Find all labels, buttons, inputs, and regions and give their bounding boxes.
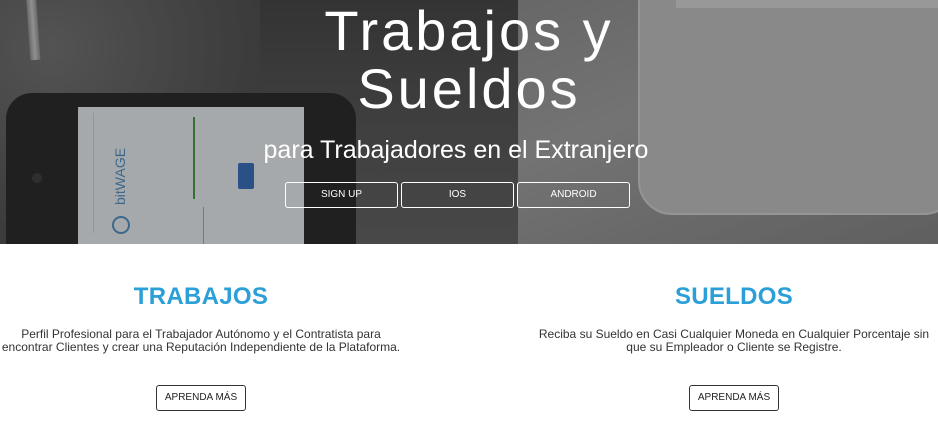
hero-button-group: SIGN UP IOS ANDROID	[285, 182, 630, 208]
hero-title-line2: Sueldos	[357, 57, 581, 120]
hero-subtitle: para Trabajadores en el Extranjero	[263, 136, 649, 164]
ios-button[interactable]: IOS	[401, 182, 514, 208]
feature-title-sueldos: SUELDOS	[674, 283, 794, 310]
android-button[interactable]: ANDROID	[517, 182, 630, 208]
feature-title-trabajos: TRABAJOS	[133, 283, 269, 310]
feature-sueldos: SUELDOS Reciba su Sueldo en Casi Cualqui…	[534, 284, 934, 354]
hero-title: Trabajos y Sueldos	[0, 0, 938, 118]
hero-banner: bitWAGE Trabajos y Sueldos para Trabajad…	[0, 0, 938, 244]
feature-text-sueldos: Reciba su Sueldo en Casi Cualquier Moned…	[538, 327, 930, 354]
sign-up-button[interactable]: SIGN UP	[285, 182, 398, 208]
feature-trabajos: TRABAJOS Perfil Profesional para el Trab…	[1, 284, 401, 354]
learn-more-sueldos-button[interactable]: APRENDA MÁS	[689, 385, 779, 411]
feature-text-trabajos: Perfil Profesional para el Trabajador Au…	[1, 327, 401, 354]
hero-title-line1: Trabajos y	[324, 0, 614, 62]
learn-more-trabajos-button[interactable]: APRENDA MÁS	[156, 385, 246, 411]
